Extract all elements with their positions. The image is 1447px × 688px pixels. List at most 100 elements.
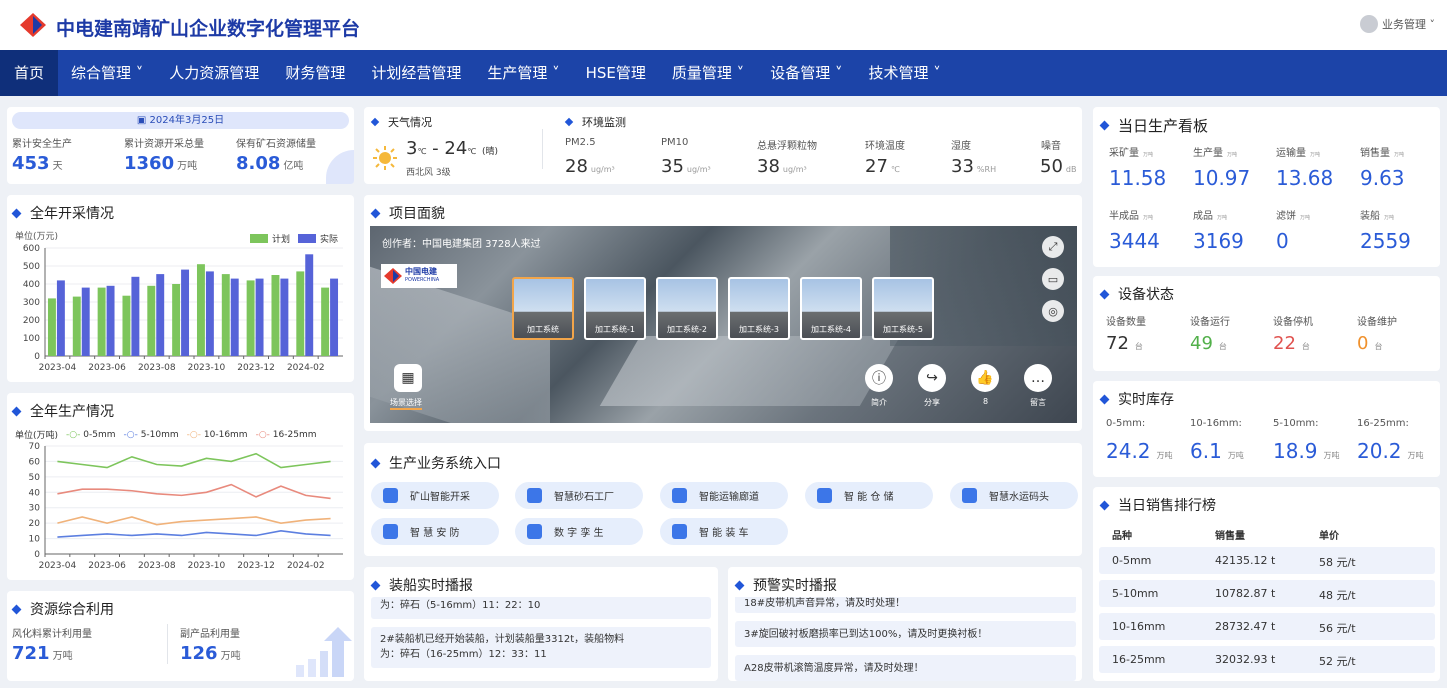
- entry-smart-factory[interactable]: 智慧砂石工厂: [515, 482, 643, 509]
- summary-card: ▣ 2024年3月25日 累计安全生产 453 天 累计资源开采总量 1360 万吨…: [7, 107, 354, 184]
- fullscreen-icon[interactable]: ⤢: [1042, 236, 1064, 258]
- avatar: [1360, 15, 1378, 33]
- y-tick-label: 500: [23, 262, 40, 272]
- weather-title: 天气情况: [370, 114, 432, 130]
- calendar-icon: ▣: [136, 115, 150, 126]
- resource-value-byproduct: 126 万吨: [180, 643, 241, 664]
- nav-quality[interactable]: 质量管理 ˅: [659, 50, 757, 96]
- mining-icon: [383, 488, 398, 503]
- nav-technology[interactable]: 技术管理 ˅: [855, 50, 953, 96]
- nav-equipment[interactable]: 设备管理 ˅: [757, 50, 855, 96]
- x-tick-label: 2023-08: [138, 561, 176, 571]
- bar-plan: [321, 287, 330, 356]
- scene-thumb-0[interactable]: 加工系统: [512, 277, 574, 340]
- x-tick-label: 2023-10: [188, 561, 226, 571]
- bar-plan: [246, 280, 255, 356]
- production-chart-card: 全年生产情况 单位(万吨) -○- 0-5mm -○- 5-10mm -○- 1…: [7, 393, 354, 580]
- stock-label-10-16: 10-16mm:: [1190, 418, 1242, 429]
- scene-thumb-5[interactable]: 加工系统-5: [872, 277, 934, 340]
- env-title: 环境监测: [564, 114, 626, 130]
- twin-icon: [527, 524, 542, 539]
- scene-thumb-1[interactable]: 加工系统-1: [584, 277, 646, 340]
- panorama-viewer[interactable]: [370, 226, 1077, 423]
- board-label-finished: 成品 万吨: [1193, 211, 1228, 222]
- y-tick-label: 60: [29, 457, 41, 467]
- production-chart-title: 全年生产情况: [11, 401, 114, 421]
- env-label-pm10: PM10: [661, 137, 689, 148]
- nav-finance[interactable]: 财务管理: [272, 50, 358, 96]
- scene-thumb-2[interactable]: 加工系统-2: [656, 277, 718, 340]
- share-label: 分享: [924, 398, 940, 407]
- bar-actual: [305, 254, 314, 356]
- sales-row: 5-10mm 10782.87 t 48 元/t: [1099, 580, 1435, 607]
- stock-label-16-25: 16-25mm:: [1357, 418, 1409, 429]
- sales-header-type: 品种: [1112, 531, 1132, 542]
- loading-icon: [672, 524, 687, 539]
- entry-smart-mining[interactable]: 矿山智能开采: [371, 482, 499, 509]
- bar-plan: [296, 271, 305, 356]
- stock-label-5-10: 5-10mm:: [1273, 418, 1319, 429]
- sales-row: 0-5mm 42135.12 t 58 元/t: [1099, 547, 1435, 574]
- comment-icon[interactable]: …: [1024, 364, 1052, 392]
- entry-digital-twin[interactable]: 数 字 孪 生: [515, 518, 643, 545]
- device-label-stopped: 设备停机: [1273, 317, 1313, 328]
- share-icon[interactable]: ↪: [918, 364, 946, 392]
- y-tick-label: 30: [29, 504, 41, 514]
- summary-date: 2024年3月25日: [149, 115, 225, 126]
- entry-smart-security[interactable]: 智 慧 安 防: [371, 518, 499, 545]
- x-tick-label: 2023-06: [88, 561, 126, 571]
- resource-title: 资源综合利用: [11, 599, 114, 619]
- scene-select-icon[interactable]: ▦: [394, 364, 422, 392]
- scene-thumb-3[interactable]: 加工系统-3: [728, 277, 790, 340]
- device-value-running: 49 台: [1190, 333, 1227, 354]
- warning-message: 3#旋回破衬板磨损率已到达100%，请及时更换衬板！: [735, 621, 1076, 647]
- entry-smart-port[interactable]: 智慧水运码头: [950, 482, 1078, 509]
- app-title: 中电建南靖矿山企业数字化管理平台: [56, 18, 361, 40]
- bar-plan: [97, 287, 106, 356]
- stock-label-0-5: 0-5mm:: [1106, 418, 1146, 429]
- nav-home[interactable]: 首页: [0, 50, 59, 96]
- board-label-shipping: 装船 万吨: [1360, 211, 1395, 222]
- y-tick-label: 300: [23, 298, 40, 308]
- anchor-icon: [962, 488, 977, 503]
- weather-temp: 3℃ - 24℃ (晴): [406, 138, 499, 159]
- board-value-shipping: 2559: [1360, 229, 1411, 253]
- entry-smart-storage[interactable]: 智 能 仓 储: [805, 482, 933, 509]
- env-value-temp: 27 ℃: [865, 156, 900, 177]
- x-tick-label: 2023-04: [39, 561, 77, 571]
- resource-value-weathered: 721 万吨: [12, 643, 73, 664]
- scene-thumb-4[interactable]: 加工系统-4: [800, 277, 862, 340]
- bar-plan: [221, 274, 230, 356]
- sales-header-qty: 销售量: [1215, 531, 1245, 542]
- user-menu[interactable]: 业务管理 ˅: [1360, 15, 1435, 33]
- transport-icon: [672, 488, 687, 503]
- like-icon[interactable]: 👍: [971, 364, 999, 392]
- series-line-0-5mm: [57, 452, 331, 469]
- entry-smart-transport[interactable]: 智能运输廊道: [660, 482, 788, 509]
- x-tick-label: 2023-04: [39, 363, 77, 373]
- gyroscope-icon[interactable]: ◎: [1042, 300, 1064, 322]
- nav-hse[interactable]: HSE管理: [573, 50, 659, 96]
- info-icon[interactable]: ⓘ: [865, 364, 893, 392]
- device-label-maintenance: 设备维护: [1357, 317, 1397, 328]
- scene-select-label: 场景选择: [390, 397, 422, 410]
- production-line-chart: 0 10 20 30 40 50 60 70 2023-04 2023-06 2023-08 2023…: [29, 442, 343, 571]
- sales-header-price: 单价: [1319, 531, 1339, 542]
- bar-actual: [156, 274, 165, 356]
- nav-production[interactable]: 生产管理 ˅: [474, 50, 572, 96]
- board-label-production: 生产量 万吨: [1193, 148, 1238, 159]
- bar-actual: [56, 280, 65, 356]
- pie-decor-icon: [326, 150, 354, 184]
- board-value-sales: 9.63: [1360, 166, 1405, 190]
- nav-planning[interactable]: 计划经营管理: [358, 50, 474, 96]
- top-bar: 中电建南靖矿山企业数字化管理平台 业务管理 ˅: [0, 0, 1447, 50]
- stock-title: 实时库存: [1099, 389, 1174, 409]
- board-value-semi: 3444: [1109, 229, 1160, 253]
- nav-hr[interactable]: 人力资源管理: [156, 50, 272, 96]
- warning-message: 18#皮带机声音异常，请及时处理！: [735, 597, 1076, 613]
- nav-general[interactable]: 综合管理 ˅: [58, 50, 156, 96]
- warning-title: 预警实时播报: [734, 575, 837, 595]
- vr-icon[interactable]: ▭: [1042, 268, 1064, 290]
- env-label-pm25: PM2.5: [565, 137, 596, 148]
- entry-smart-loading[interactable]: 智 能 装 车: [660, 518, 788, 545]
